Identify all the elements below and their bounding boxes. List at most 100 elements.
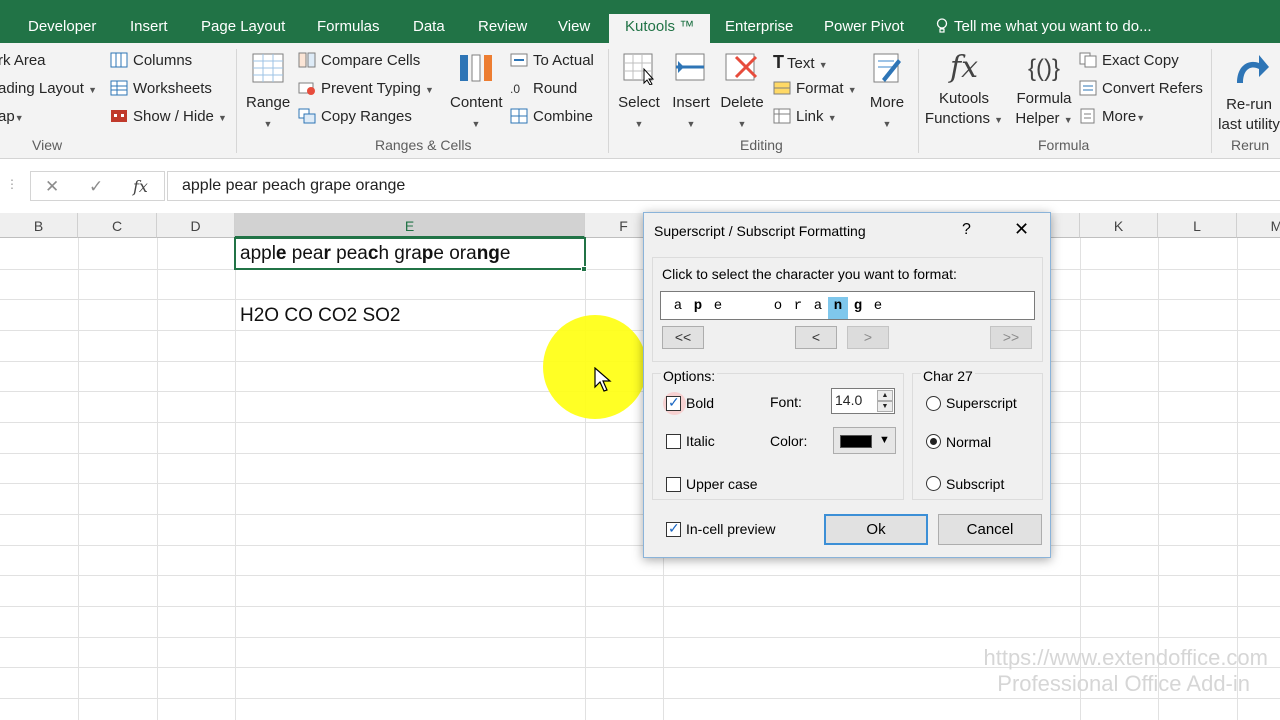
prevent-typing-button[interactable]: Prevent Typing ▼: [298, 80, 434, 97]
cell-e3[interactable]: H2O CO CO2 SO2: [240, 305, 401, 327]
format-button[interactable]: Format ▼: [773, 80, 857, 97]
column-header-c[interactable]: C: [78, 213, 157, 238]
chevron-down-icon: ▼: [818, 60, 828, 70]
text-button[interactable]: T Text ▼: [773, 52, 828, 73]
column-header-l[interactable]: L: [1158, 213, 1237, 238]
color-picker[interactable]: ▼: [833, 427, 896, 454]
show-hide-button[interactable]: Show / Hide ▼: [110, 108, 227, 125]
character-selector[interactable]: ape orange: [660, 291, 1035, 320]
char-cell[interactable]: [728, 297, 768, 319]
tab-enterprise[interactable]: Enterprise: [725, 18, 793, 35]
in-cell-preview-checkbox[interactable]: [666, 520, 681, 537]
spreadsheet-grid[interactable]: B C D E F K L M apple pear peach grape o…: [0, 213, 1280, 720]
ok-button[interactable]: Ok: [824, 514, 928, 545]
tab-formulas[interactable]: Formulas: [317, 18, 380, 35]
normal-radio[interactable]: [926, 434, 941, 449]
superscript-radio[interactable]: [926, 396, 941, 411]
to-actual-button[interactable]: To Actual: [510, 52, 594, 69]
round-button[interactable]: .0 Round: [510, 80, 577, 97]
tab-data[interactable]: Data: [413, 18, 445, 35]
tab-power-pivot[interactable]: Power Pivot: [824, 18, 904, 35]
content-button[interactable]: Content ▼: [450, 51, 503, 134]
formula-input[interactable]: apple pear peach grape orange: [167, 171, 1280, 201]
first-char-button[interactable]: <<: [662, 326, 704, 349]
upper-case-label[interactable]: Upper case: [686, 476, 758, 492]
select-button[interactable]: Select ▼: [618, 51, 660, 134]
column-header-b[interactable]: B: [0, 213, 78, 238]
copy-ranges-button[interactable]: Copy Ranges: [298, 108, 412, 125]
tab-page-layout[interactable]: Page Layout: [201, 18, 285, 35]
last-char-button[interactable]: >>: [990, 326, 1032, 349]
chevron-down-icon: ▼: [424, 85, 434, 95]
cancel-entry-icon[interactable]: ✕: [45, 177, 59, 197]
confirm-entry-icon[interactable]: ✓: [89, 177, 103, 197]
row-line: [0, 698, 1280, 699]
normal-label[interactable]: Normal: [946, 434, 991, 450]
grip-dots-icon: ⋮: [6, 177, 18, 191]
char-cell[interactable]: e: [708, 297, 728, 319]
char-cell[interactable]: a: [808, 297, 828, 319]
row-line: [0, 330, 1280, 331]
tab-insert[interactable]: Insert: [130, 18, 168, 35]
insert-button[interactable]: Insert ▼: [670, 51, 712, 134]
upper-case-checkbox[interactable]: [666, 477, 681, 492]
formula-helper-button[interactable]: {()} Formula Helper ▼: [1010, 51, 1078, 130]
delete-button[interactable]: Delete ▼: [720, 51, 764, 134]
tab-review[interactable]: Review: [478, 18, 527, 35]
range-button[interactable]: Range ▼: [246, 51, 290, 134]
subscript-radio[interactable]: [926, 476, 941, 491]
column-header-e[interactable]: E: [235, 213, 585, 238]
more-editing-button[interactable]: More ▼: [866, 51, 908, 134]
exact-copy-button[interactable]: Exact Copy: [1079, 52, 1179, 69]
kutools-functions-button[interactable]: fx Kutools Functions ▼: [924, 51, 1004, 130]
link-button[interactable]: Link ▼: [773, 108, 837, 125]
work-area-button[interactable]: rk Area: [0, 52, 46, 69]
superscript-label[interactable]: Superscript: [946, 395, 1017, 411]
tab-view[interactable]: View: [558, 18, 590, 35]
italic-label[interactable]: Italic: [686, 433, 715, 449]
spin-down-icon[interactable]: ▼: [877, 401, 893, 412]
tab-developer[interactable]: Developer: [28, 18, 96, 35]
prev-char-button[interactable]: <: [795, 326, 837, 349]
spin-up-icon[interactable]: ▲: [877, 390, 893, 401]
reading-layout-button[interactable]: ading Layout ▼: [0, 80, 97, 97]
snap-button[interactable]: ap▼: [0, 108, 24, 125]
chevron-down-icon: ▼: [737, 119, 747, 129]
prevent-typing-icon: [298, 82, 315, 95]
in-cell-preview-label[interactable]: In-cell preview: [686, 521, 775, 537]
bold-label[interactable]: Bold: [686, 395, 714, 411]
compare-cells-button[interactable]: Compare Cells: [298, 52, 420, 69]
rerun-button[interactable]: Re-run last utility: [1216, 51, 1280, 135]
char-cell[interactable]: p: [688, 297, 708, 319]
columns-button[interactable]: Columns: [110, 52, 192, 69]
more-formula-button[interactable]: More▼: [1079, 108, 1145, 125]
convert-refers-button[interactable]: Convert Refers: [1079, 80, 1203, 97]
chevron-down-icon: ▼: [827, 113, 837, 123]
char-cell[interactable]: a: [668, 297, 688, 319]
char-cell[interactable]: e: [868, 297, 888, 319]
tab-kutools[interactable]: Kutools ™: [609, 14, 711, 43]
font-size-spinner[interactable]: 14.0 ▲ ▼: [831, 388, 895, 414]
insert-function-button[interactable]: fx: [133, 177, 148, 196]
char-cell[interactable]: o: [768, 297, 788, 319]
fill-handle[interactable]: [581, 266, 587, 272]
range-label: Range: [246, 94, 291, 111]
link-icon: [773, 108, 791, 124]
combine-button[interactable]: Combine: [510, 108, 593, 125]
char-cell[interactable]: r: [788, 297, 808, 319]
help-button[interactable]: ?: [962, 221, 971, 239]
close-icon[interactable]: ✕: [1014, 219, 1029, 240]
next-char-button[interactable]: >: [847, 326, 889, 349]
cancel-button[interactable]: Cancel: [938, 514, 1042, 545]
italic-checkbox[interactable]: [666, 434, 681, 449]
column-header-m[interactable]: M: [1237, 213, 1280, 238]
subscript-label[interactable]: Subscript: [946, 476, 1004, 492]
column-header-k[interactable]: K: [1080, 213, 1158, 238]
selected-char[interactable]: n: [828, 297, 848, 319]
char-cell[interactable]: g: [848, 297, 868, 319]
tell-me-search[interactable]: Tell me what you want to do...: [936, 18, 1152, 35]
bold-checkbox[interactable]: [666, 394, 681, 411]
chevron-down-icon: ▼: [882, 119, 892, 129]
worksheets-button[interactable]: Worksheets: [110, 80, 212, 97]
column-header-d[interactable]: D: [157, 213, 235, 238]
